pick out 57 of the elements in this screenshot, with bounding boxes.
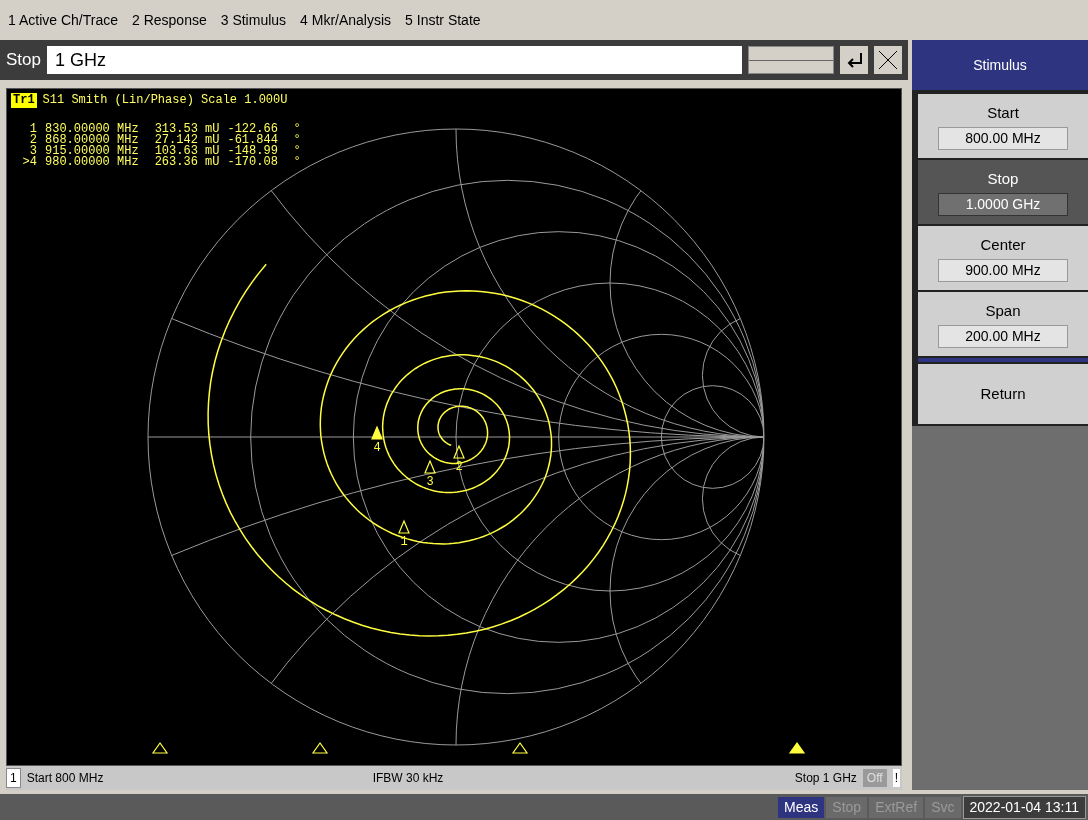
spin-control[interactable] bbox=[748, 46, 834, 74]
return-button[interactable]: Return bbox=[918, 364, 1088, 424]
softkey-value: 900.00 MHz bbox=[938, 258, 1068, 282]
softkey-value: 200.00 MHz bbox=[938, 324, 1068, 348]
marker-icon[interactable] bbox=[371, 425, 383, 440]
close-icon[interactable] bbox=[874, 46, 902, 74]
marker-magnitude: 263.36 mU bbox=[154, 157, 220, 168]
trace-title: S11 Smith (Lin/Phase) Scale 1.000U bbox=[42, 95, 288, 106]
marker-id: >4 bbox=[21, 157, 37, 168]
ifbw-value: IFBW 30 kHz bbox=[372, 770, 445, 787]
marker-id: 1 bbox=[28, 124, 37, 135]
softkey[interactable]: Span 200.00 MHz bbox=[918, 292, 1088, 356]
marker-icon[interactable] bbox=[453, 444, 465, 459]
softkey[interactable]: Stop 1.0000 GHz bbox=[918, 160, 1088, 224]
start-frequency: Start 800 MHz bbox=[26, 770, 105, 787]
date-time: 2022-01-04 13:11 bbox=[962, 795, 1086, 819]
marker-label: 4 bbox=[373, 441, 381, 455]
warning-indicator: ! bbox=[892, 769, 900, 787]
softkey-value: 1.0000 GHz bbox=[938, 192, 1068, 216]
marker-unit: ° bbox=[293, 146, 301, 157]
marker-frequency: 830.00000 MHz bbox=[45, 124, 139, 135]
channel-number: 1 bbox=[6, 768, 21, 788]
softkey-title: Stimulus bbox=[912, 40, 1088, 90]
marker-label: 2 bbox=[455, 460, 463, 474]
marker-id: 2 bbox=[28, 135, 37, 146]
menu-item[interactable]: 3 Stimulus bbox=[220, 9, 287, 31]
off-indicator: Off bbox=[862, 769, 887, 787]
marker-unit: ° bbox=[293, 157, 301, 168]
marker-phase: -61.844 bbox=[227, 135, 279, 146]
marker-label: 3 bbox=[426, 475, 434, 489]
marker-icon[interactable] bbox=[424, 459, 436, 474]
softkey[interactable]: Start 800.00 MHz bbox=[918, 94, 1088, 158]
marker-frequency: 980.00000 MHz bbox=[45, 157, 139, 168]
menu-item[interactable]: 2 Response bbox=[132, 9, 207, 31]
softkey[interactable]: Center 900.00 MHz bbox=[918, 226, 1088, 290]
marker-id: 3 bbox=[29, 146, 37, 157]
entry-field[interactable]: 1 GHz bbox=[47, 46, 742, 74]
status-indicator: Meas bbox=[778, 796, 825, 818]
marker-frequency: 915.00000 MHz bbox=[45, 146, 139, 157]
marker-icon[interactable] bbox=[398, 519, 410, 534]
marker-magnitude: 27.142 mU bbox=[154, 135, 220, 146]
marker-phase: -148.99 bbox=[227, 146, 279, 157]
marker-unit: ° bbox=[293, 124, 301, 135]
marker-phase: -170.08 bbox=[227, 157, 279, 168]
marker-phase: -122.66 bbox=[227, 124, 279, 135]
marker-magnitude: 103.63 mU bbox=[154, 146, 220, 157]
menu-item[interactable]: 4 Mkr/Analysis bbox=[300, 9, 392, 31]
stop-frequency: Stop 1 GHz bbox=[794, 770, 857, 787]
marker-frequency: 868.00000 MHz bbox=[45, 135, 139, 146]
enter-icon[interactable] bbox=[840, 46, 868, 74]
entry-label: Stop bbox=[6, 49, 41, 72]
softkey-value: 800.00 MHz bbox=[938, 126, 1068, 150]
marker-magnitude: 313.53 mU bbox=[154, 124, 220, 135]
menu-item[interactable]: 1 Active Ch/Trace bbox=[8, 9, 118, 31]
menu-item[interactable]: 5 Instr State bbox=[405, 9, 481, 31]
marker-unit: ° bbox=[293, 135, 301, 146]
trace-tag[interactable]: Tr1 bbox=[11, 93, 37, 108]
